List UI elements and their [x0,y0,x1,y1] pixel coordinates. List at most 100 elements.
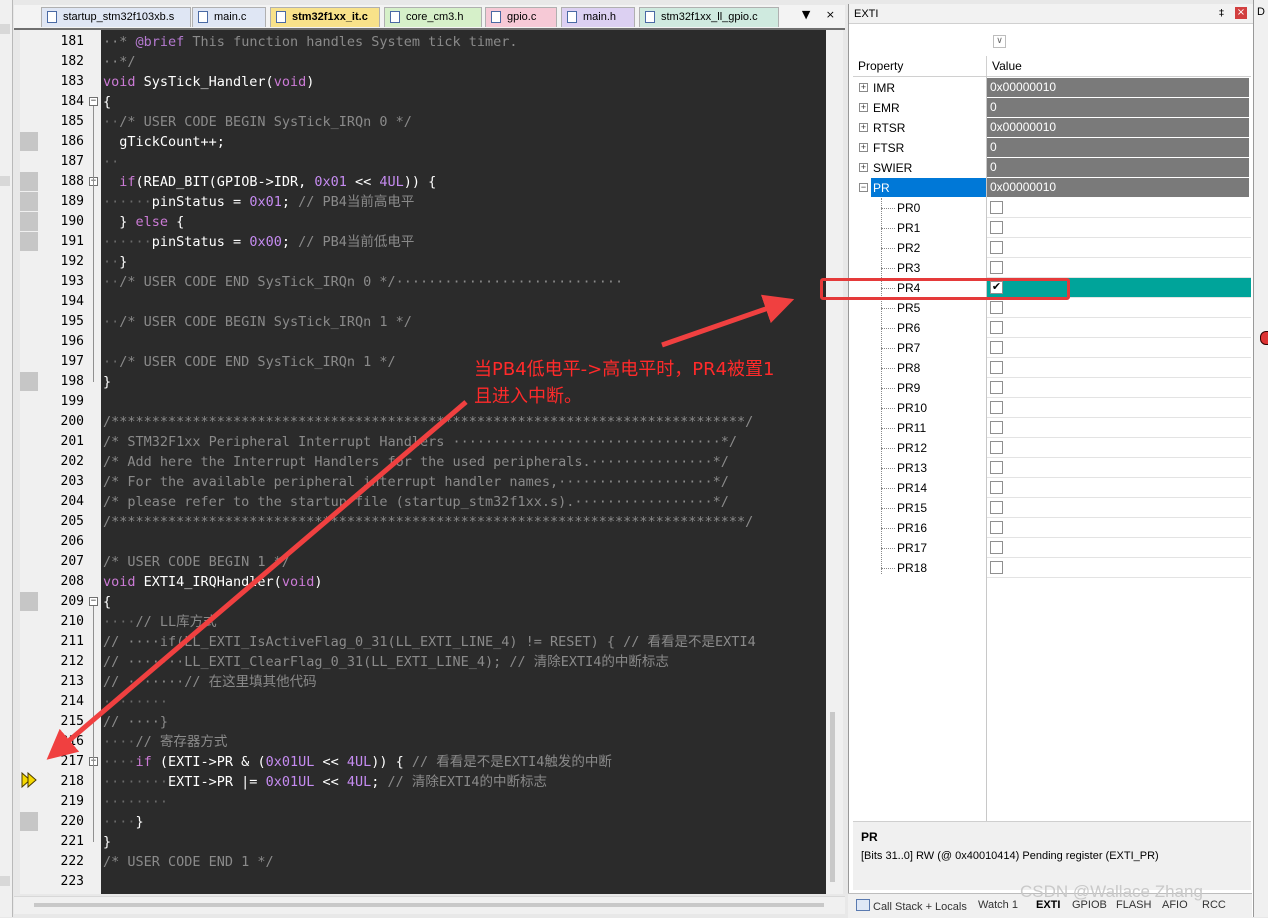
line-number[interactable]: 214 [38,692,84,712]
line-number[interactable]: 209 [38,592,84,612]
line-number[interactable]: 216 [38,732,84,752]
pr-bit-row-pr7[interactable]: PR7 [853,338,1251,358]
code-line[interactable]: ········EXTI->PR |= 0x01UL << 4UL; // 清除… [103,772,547,792]
line-number[interactable]: 222 [38,852,84,872]
code-line[interactable]: } else { [103,212,184,232]
code-line[interactable]: ··*/ [103,52,136,72]
editor-vertical-scrollbar[interactable] [826,30,843,894]
register-row-swier[interactable]: + SWIER 0 [853,158,1251,178]
pr-bit-row-pr18[interactable]: PR18 [853,558,1251,578]
pr-bit-row-pr6[interactable]: PR6 [853,318,1251,338]
code-line[interactable]: ·· [103,152,119,172]
tab-rcc[interactable]: RCC [1202,899,1226,911]
fold-toggle-icon[interactable]: − [89,597,98,606]
pr-bit-row-pr8[interactable]: PR8 [853,358,1251,378]
line-number[interactable]: 190 [38,212,84,232]
expand-icon[interactable]: + [859,103,868,112]
code-line[interactable]: ······pinStatus = 0x00; // PB4当前低电平 [103,232,414,252]
bit-checkbox[interactable] [990,341,1003,354]
line-status-mark[interactable] [20,232,38,251]
expand-icon[interactable]: − [859,183,868,192]
column-value[interactable]: Value [992,59,1022,73]
line-number[interactable]: 188 [38,172,84,192]
tab-call-stack[interactable]: Call Stack + Locals [856,899,967,913]
line-number[interactable]: 189 [38,192,84,212]
code-line[interactable]: ····if (EXTI->PR & (0x01UL << 4UL)) { //… [103,752,612,772]
pr-bit-row-pr17[interactable]: PR17 [853,538,1251,558]
code-line[interactable]: ··/* USER CODE END SysTick_IRQn 1 */ [103,352,396,372]
line-number[interactable]: 182 [38,52,84,72]
line-number[interactable]: 200 [38,412,84,432]
bit-checkbox[interactable] [990,321,1003,334]
code-editor[interactable]: −−−−181··* @brief This function handles … [20,30,826,894]
tab-core-cm3[interactable]: core_cm3.h [384,7,482,27]
line-number[interactable]: 187 [38,152,84,172]
code-line[interactable]: /***************************************… [103,512,753,532]
line-number[interactable]: 221 [38,832,84,852]
line-number[interactable]: 197 [38,352,84,372]
bit-checkbox[interactable] [990,301,1003,314]
expand-icon[interactable]: + [859,143,868,152]
register-value[interactable]: 0 [987,158,1249,177]
bit-checkbox[interactable] [990,481,1003,494]
bit-checkbox[interactable] [990,261,1003,274]
code-line[interactable]: ··* @brief This function handles System … [103,32,518,52]
code-line[interactable]: ··} [103,252,127,272]
bit-checkbox[interactable] [990,381,1003,394]
register-row-emr[interactable]: + EMR 0 [853,98,1251,118]
code-line[interactable]: { [103,92,111,112]
fold-toggle-icon[interactable]: − [89,97,98,106]
register-value[interactable]: 0x00000010 [987,178,1249,197]
expand-icon[interactable]: + [859,163,868,172]
line-number[interactable]: 203 [38,472,84,492]
code-line[interactable]: /* USER CODE END 1 */ [103,852,274,872]
pr-bit-row-pr3[interactable]: PR3 [853,258,1251,278]
line-number[interactable]: 181 [38,32,84,52]
line-number[interactable]: 204 [38,492,84,512]
line-number[interactable]: 207 [38,552,84,572]
tab-stm32f1xx-it[interactable]: stm32f1xx_it.c [270,7,380,27]
code-line[interactable]: ··/* USER CODE BEGIN SysTick_IRQn 1 */ [103,312,412,332]
code-line[interactable]: /* please refer to the startup file (sta… [103,492,729,512]
pr-bit-row-pr10[interactable]: PR10 [853,398,1251,418]
pr-bit-row-pr12[interactable]: PR12 [853,438,1251,458]
editor-horizontal-scrollbar[interactable] [14,896,845,914]
line-number[interactable]: 186 [38,132,84,152]
line-number[interactable]: 183 [38,72,84,92]
code-line[interactable]: } [103,372,111,392]
tab-main-c[interactable]: main.c [192,7,266,27]
register-value[interactable]: 0x00000010 [987,78,1249,97]
code-line[interactable]: /* USER CODE BEGIN 1 */ [103,552,290,572]
register-value[interactable]: 0 [987,98,1249,117]
line-number[interactable]: 220 [38,812,84,832]
bit-checkbox[interactable] [990,541,1003,554]
line-number[interactable]: 223 [38,872,84,892]
tab-gpio-c[interactable]: gpio.c [485,7,557,27]
code-line[interactable]: // ····} [103,712,168,732]
code-line[interactable]: // ·······// 在这里填其他代码 [103,672,317,692]
code-line[interactable]: /* STM32F1xx Peripheral Interrupt Handle… [103,432,737,452]
bit-checkbox[interactable] [990,521,1003,534]
code-line[interactable]: ········ [103,692,168,712]
bit-checkbox[interactable] [990,441,1003,454]
register-value[interactable]: 0x00000010 [987,118,1249,137]
code-line[interactable]: void SysTick_Handler(void) [103,72,314,92]
expand-icon[interactable]: + [859,123,868,132]
bit-checkbox[interactable] [990,421,1003,434]
line-number[interactable]: 196 [38,332,84,352]
line-number[interactable]: 215 [38,712,84,732]
line-number[interactable]: 206 [38,532,84,552]
line-number[interactable]: 219 [38,792,84,812]
line-number[interactable]: 185 [38,112,84,132]
line-status-mark[interactable] [20,172,38,191]
line-number[interactable]: 211 [38,632,84,652]
line-number[interactable]: 191 [38,232,84,252]
tab-list-controls[interactable]: ▼ × [802,8,841,21]
code-line[interactable]: ····// 寄存器方式 [103,732,227,752]
line-status-mark[interactable] [20,592,38,611]
pr-bit-row-pr14[interactable]: PR14 [853,478,1251,498]
line-number[interactable]: 217 [38,752,84,772]
pr-bit-row-pr2[interactable]: PR2 [853,238,1251,258]
code-line[interactable]: /* Add here the Interrupt Handlers for t… [103,452,729,472]
code-line[interactable]: ····} [103,812,144,832]
